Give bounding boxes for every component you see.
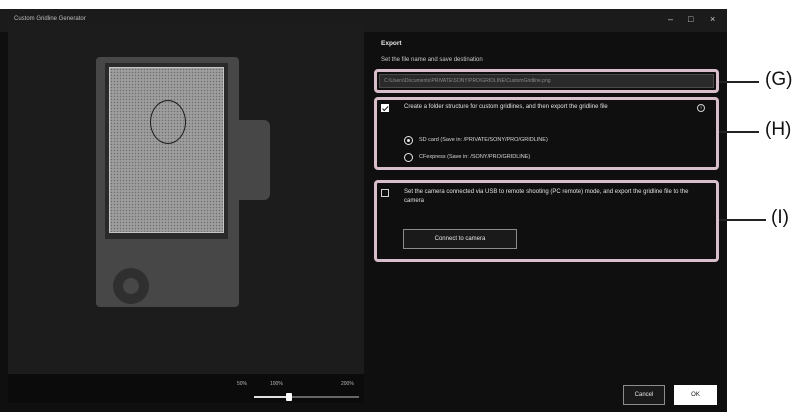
radio-sd-card[interactable]: [404, 136, 413, 145]
camera-grip-illustration: [236, 120, 270, 200]
callout-label-h: (H): [765, 119, 792, 140]
connect-to-camera-button[interactable]: Connect to camera: [403, 229, 517, 249]
zoom-slider-thumb[interactable]: [285, 393, 292, 401]
callout-line-i: [719, 219, 766, 221]
zoom-slider-fill: [254, 396, 289, 398]
callout-label-i: (I): [771, 207, 789, 228]
remote-export-checkbox[interactable]: [381, 189, 389, 197]
radio-cfexpress[interactable]: [404, 153, 413, 162]
zoom-bar: 50% 100% 200%: [8, 374, 364, 403]
radio-sd-card-label: SD card (Save in: /PRIVATE/SONY/PRO/GRID…: [419, 137, 548, 143]
oval-gridline-shape: [150, 100, 186, 144]
close-button[interactable]: ×: [710, 14, 715, 24]
window-title: Custom Gridline Generator: [14, 16, 86, 22]
maximize-button[interactable]: □: [688, 14, 693, 24]
info-icon[interactable]: i: [697, 104, 705, 112]
folder-structure-label: Create a folder structure for custom gri…: [404, 104, 608, 110]
remote-export-label: Set the camera connected via USB to remo…: [404, 189, 689, 204]
zoom-label-50: 50%: [237, 381, 248, 387]
zoom-label-200: 200%: [341, 381, 354, 387]
minimize-button[interactable]: –: [668, 14, 673, 24]
cancel-button[interactable]: Cancel: [623, 385, 665, 405]
ok-button[interactable]: OK: [674, 385, 717, 405]
save-path-field[interactable]: C:\Users\Documents\PRIVATE\SONY\PRO\GRID…: [379, 74, 714, 88]
zoom-label-100: 100%: [270, 381, 283, 387]
callout-line-g: [719, 81, 759, 83]
camera-monitor-preview: [105, 63, 228, 239]
callout-line-h: [719, 131, 759, 133]
zoom-slider[interactable]: [254, 393, 359, 401]
radio-cfexpress-label: CFexpress (Save in: /SONY/PRO/GRIDLINE): [419, 154, 531, 160]
camera-dial-illustration: [113, 268, 149, 304]
export-subheading: Set the file name and save destination: [381, 57, 483, 63]
callout-label-g: (G): [765, 69, 793, 90]
export-heading: Export: [381, 40, 402, 47]
gridline-preview: [109, 67, 224, 233]
folder-structure-checkbox[interactable]: [381, 104, 389, 112]
